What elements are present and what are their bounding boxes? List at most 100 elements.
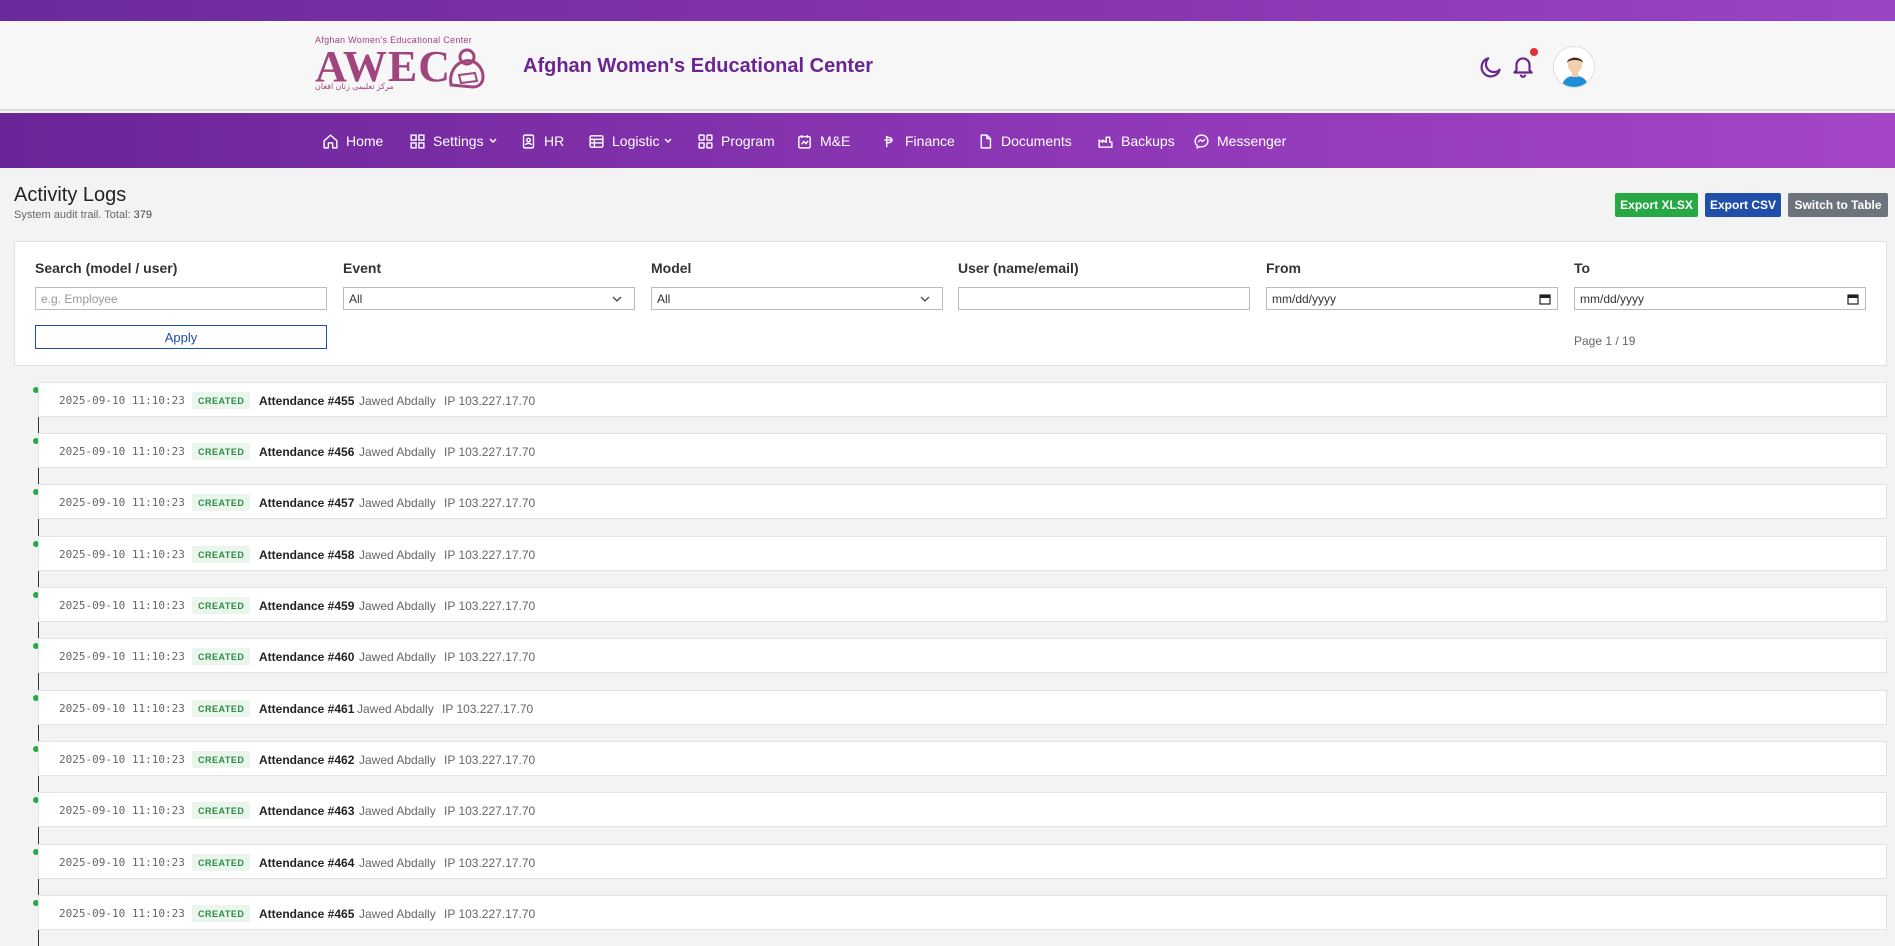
log-timestamp: 2025-09-10 11:10:23 bbox=[59, 496, 185, 509]
nav-backups-label: Backups bbox=[1121, 133, 1175, 149]
log-user: Jawed Abdally bbox=[359, 753, 436, 767]
chevron-down-icon bbox=[612, 296, 622, 302]
nav-logistic[interactable]: Logistic bbox=[588, 131, 673, 151]
chevron-down-icon bbox=[489, 138, 497, 144]
grid-icon bbox=[698, 133, 713, 149]
log-ip: IP 103.227.17.70 bbox=[444, 856, 536, 870]
chevron-down-icon bbox=[664, 138, 672, 144]
file-icon bbox=[980, 133, 992, 149]
notification-badge-dot bbox=[1530, 48, 1538, 56]
search-label: Search (model / user) bbox=[35, 260, 178, 276]
log-entry[interactable]: 2025-09-10 11:10:23 CREATED Attendance #… bbox=[38, 587, 1887, 622]
log-entry[interactable]: 2025-09-10 11:10:23 CREATED Attendance #… bbox=[38, 433, 1887, 468]
nav-backups[interactable]: Backups bbox=[1097, 131, 1175, 151]
log-entry[interactable]: 2025-09-10 11:10:23 CREATED Attendance #… bbox=[38, 792, 1887, 827]
event-badge: CREATED bbox=[192, 597, 251, 614]
user-avatar[interactable] bbox=[1553, 46, 1595, 88]
to-date-input[interactable]: mm/dd/yyyy bbox=[1574, 287, 1866, 310]
nav-hr[interactable]: HR bbox=[520, 131, 564, 151]
event-badge: CREATED bbox=[192, 494, 251, 511]
export-xlsx-button[interactable]: Export XLSX bbox=[1615, 193, 1698, 217]
nav-program[interactable]: Program bbox=[697, 131, 775, 151]
log-ip: IP 103.227.17.70 bbox=[442, 702, 534, 716]
log-model: Attendance #461 bbox=[259, 702, 355, 716]
main-nav: Home Settings HR Logistic Program M&E Fi… bbox=[0, 113, 1895, 168]
subtitle-prefix: System audit trail. Total: bbox=[14, 209, 134, 221]
log-ip: IP 103.227.17.70 bbox=[444, 496, 536, 510]
log-model: Attendance #456 bbox=[259, 445, 355, 459]
app-header: Afghan Women's Educational Center AWEC م… bbox=[0, 21, 1895, 111]
from-date-input[interactable]: mm/dd/yyyy bbox=[1266, 287, 1558, 310]
nav-settings[interactable]: Settings bbox=[409, 131, 498, 151]
total-count: 379 bbox=[133, 209, 152, 221]
nav-settings-label: Settings bbox=[433, 133, 484, 149]
search-input[interactable]: e.g. Employee bbox=[35, 287, 327, 310]
log-ip: IP 103.227.17.70 bbox=[444, 753, 536, 767]
awec-logo[interactable]: Afghan Women's Educational Center AWEC م… bbox=[315, 35, 490, 97]
log-entry[interactable]: 2025-09-10 11:10:23 CREATED Attendance #… bbox=[38, 741, 1887, 776]
calendar-icon[interactable] bbox=[1847, 293, 1859, 305]
dark-mode-moon-icon[interactable] bbox=[1478, 54, 1504, 80]
nav-documents[interactable]: Documents bbox=[977, 131, 1072, 151]
chart-icon bbox=[798, 134, 811, 149]
log-entry[interactable]: 2025-09-10 11:10:23 CREATED Attendance #… bbox=[38, 638, 1887, 673]
nav-finance-label: Finance bbox=[905, 133, 955, 149]
model-select[interactable]: All bbox=[651, 287, 943, 310]
apply-button[interactable]: Apply bbox=[35, 325, 327, 349]
log-user: Jawed Abdally bbox=[359, 650, 436, 664]
user-input[interactable] bbox=[958, 287, 1250, 310]
logo-figure-icon bbox=[449, 48, 485, 89]
page-info: Page 1 / 19 bbox=[1574, 334, 1636, 348]
from-date-value: mm/dd/yyyy bbox=[1272, 291, 1337, 306]
page-subtitle: System audit trail. Total: 379 bbox=[14, 209, 152, 221]
event-select-value: All bbox=[349, 291, 363, 306]
log-entry[interactable]: 2025-09-10 11:10:23 CREATED Attendance #… bbox=[38, 382, 1887, 417]
event-badge: CREATED bbox=[192, 392, 251, 409]
id-card-icon bbox=[522, 133, 535, 149]
log-model: Attendance #457 bbox=[259, 496, 355, 510]
from-label: From bbox=[1266, 260, 1301, 276]
event-badge: CREATED bbox=[192, 905, 251, 922]
export-csv-button[interactable]: Export CSV bbox=[1705, 193, 1781, 217]
table-icon bbox=[589, 134, 604, 148]
logo-arabic-text: مرکز تعلیمی زنان افغان bbox=[315, 82, 394, 91]
notification-bell-icon[interactable] bbox=[1510, 53, 1536, 79]
log-user: Jawed Abdally bbox=[359, 496, 436, 510]
event-badge: CREATED bbox=[192, 854, 251, 871]
nav-program-label: Program bbox=[721, 133, 775, 149]
log-entry[interactable]: 2025-09-10 11:10:23 CREATED Attendance #… bbox=[38, 484, 1887, 519]
log-entry[interactable]: 2025-09-10 11:10:23 CREATED Attendance #… bbox=[38, 844, 1887, 879]
nav-finance[interactable]: Finance bbox=[881, 131, 955, 151]
event-select[interactable]: All bbox=[343, 287, 635, 310]
nav-me[interactable]: M&E bbox=[796, 131, 850, 151]
log-timestamp: 2025-09-10 11:10:23 bbox=[59, 650, 185, 663]
nav-home[interactable]: Home bbox=[322, 131, 383, 151]
messenger-icon bbox=[1194, 133, 1209, 149]
filter-panel: Search (model / user) e.g. Employee Even… bbox=[14, 241, 1887, 366]
log-timestamp: 2025-09-10 11:10:23 bbox=[59, 394, 185, 407]
switch-to-table-button[interactable]: Switch to Table bbox=[1788, 193, 1888, 217]
nav-hr-label: HR bbox=[544, 133, 565, 149]
log-entry[interactable]: 2025-09-10 11:10:23 CREATED Attendance #… bbox=[38, 895, 1887, 930]
log-user: Jawed Abdally bbox=[357, 702, 434, 716]
log-entry[interactable]: 2025-09-10 11:10:23 CREATED Attendance #… bbox=[38, 536, 1887, 571]
event-badge: CREATED bbox=[192, 751, 251, 768]
log-timestamp: 2025-09-10 11:10:23 bbox=[59, 548, 185, 561]
nav-documents-label: Documents bbox=[1001, 133, 1072, 149]
org-title: Afghan Women's Educational Center bbox=[523, 55, 873, 77]
nav-messenger-label: Messenger bbox=[1217, 133, 1287, 149]
log-ip: IP 103.227.17.70 bbox=[444, 394, 536, 408]
event-badge: CREATED bbox=[192, 802, 251, 819]
model-label: Model bbox=[651, 260, 692, 276]
log-ip: IP 103.227.17.70 bbox=[444, 599, 536, 613]
calendar-icon[interactable] bbox=[1539, 293, 1551, 305]
nav-messenger[interactable]: Messenger bbox=[1193, 131, 1286, 151]
log-entry[interactable]: 2025-09-10 11:10:23 CREATED Attendance #… bbox=[38, 690, 1887, 725]
nav-home-label: Home bbox=[346, 133, 384, 149]
nav-logistic-label: Logistic bbox=[612, 133, 660, 149]
log-ip: IP 103.227.17.70 bbox=[444, 548, 536, 562]
log-model: Attendance #462 bbox=[259, 753, 355, 767]
home-icon bbox=[323, 133, 338, 149]
log-timestamp: 2025-09-10 11:10:23 bbox=[59, 856, 185, 869]
log-user: Jawed Abdally bbox=[359, 548, 436, 562]
